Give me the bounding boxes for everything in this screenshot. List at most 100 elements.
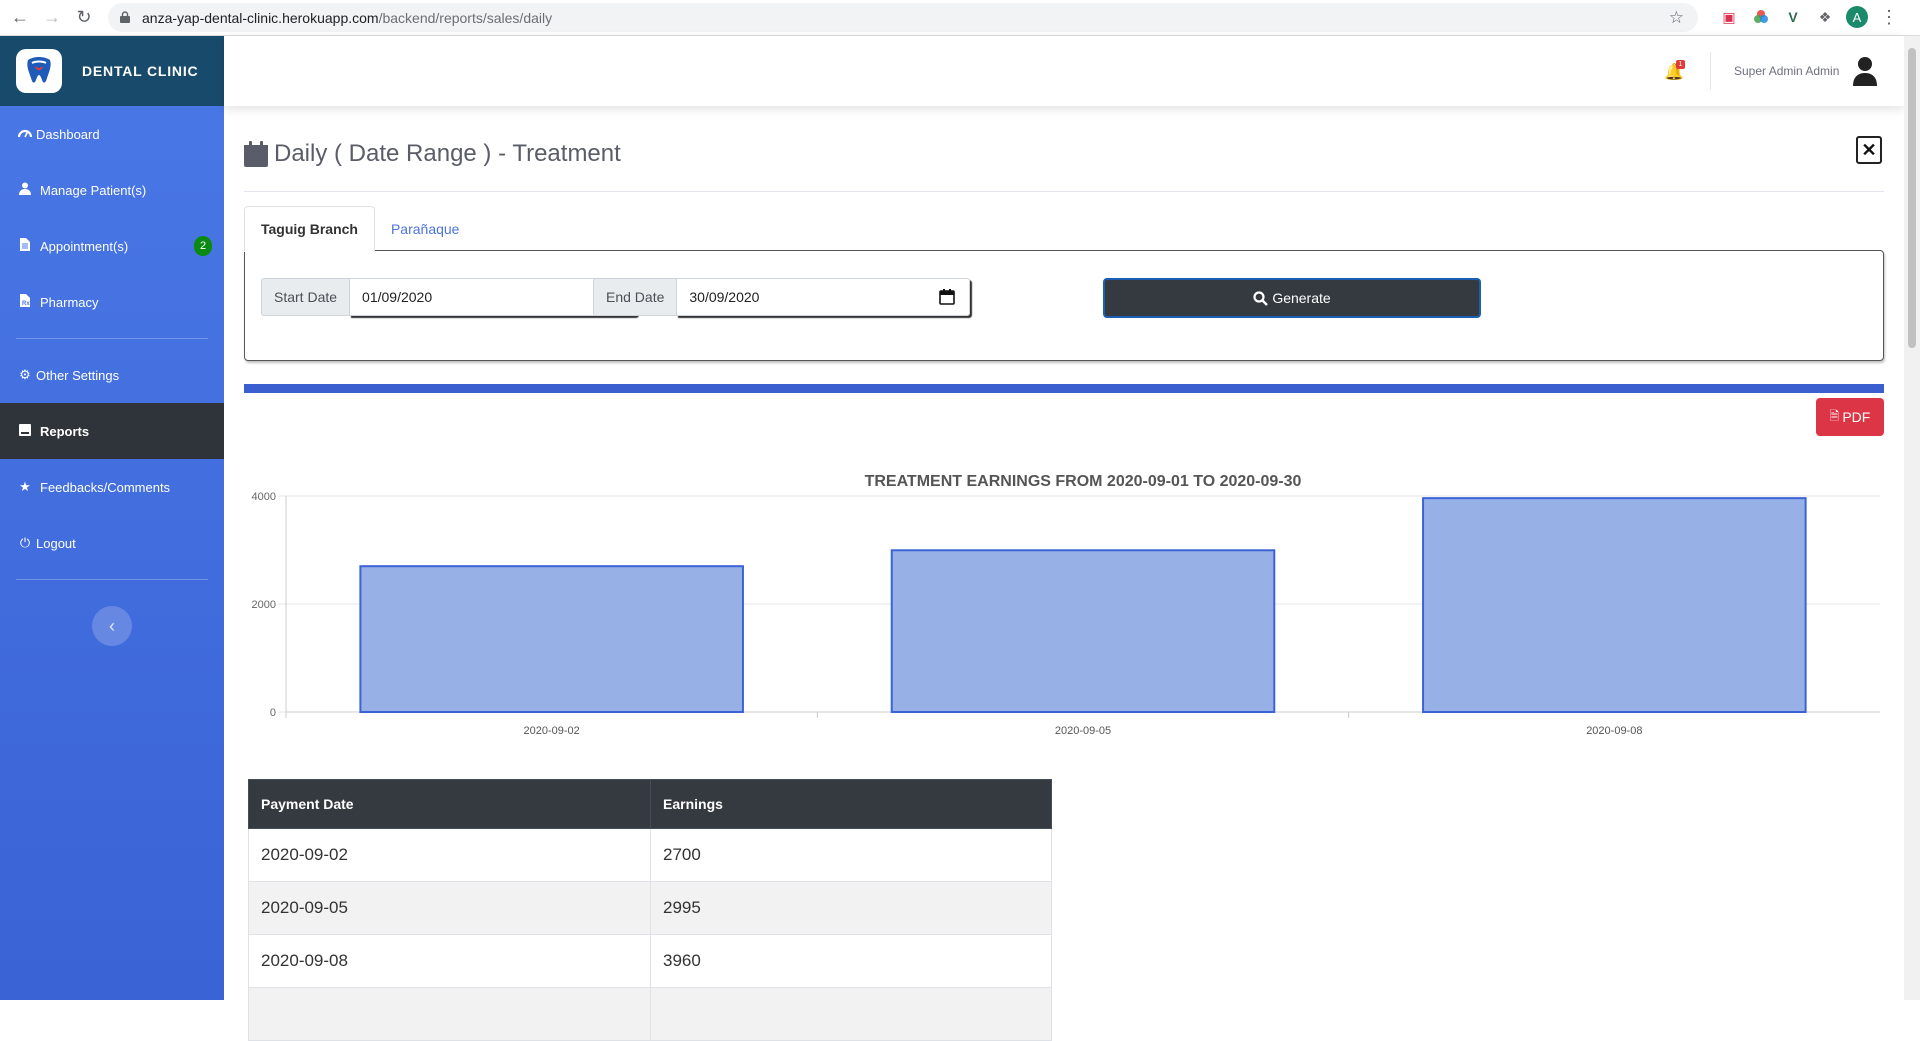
sidebar-item-label: Dashboard	[36, 126, 100, 142]
url-path: /backend/reports/sales/daily	[378, 9, 553, 26]
pocket-extension-icon[interactable]: ▣	[1718, 6, 1740, 28]
tab-taguig-branch[interactable]: Taguig Branch	[244, 206, 375, 252]
end-date-label: End Date	[593, 278, 677, 316]
y-tick-label: 4000	[252, 491, 276, 503]
sidebar-item-feedbacks[interactable]: ★ Feedbacks/Comments	[0, 459, 224, 515]
sidebar-item-label: Manage Patient(s)	[40, 182, 147, 198]
end-date-input[interactable]: 30/09/2020	[676, 278, 971, 316]
page-title: Daily ( Date Range ) - Treatment	[244, 140, 621, 168]
earnings-cell: 2700	[650, 828, 1052, 882]
page-title-text: Daily ( Date Range ) - Treatment	[274, 140, 621, 167]
start-date-label: Start Date	[261, 278, 350, 316]
sidebar-item-label: Logout	[36, 535, 76, 551]
reload-icon[interactable]: ↻	[68, 2, 100, 34]
main-content: Daily ( Date Range ) - Treatment ✕ Tagui…	[224, 106, 1904, 1041]
column-header[interactable]: Payment Date	[248, 779, 651, 829]
generate-button[interactable]: Generate	[1103, 278, 1481, 318]
sidebar-divider	[16, 579, 208, 580]
x-tick-label: 2020-09-02	[524, 725, 580, 736]
sidebar-menu: Dashboard Manage Patient(s) Appointment(…	[0, 106, 224, 580]
sidebar-item-pharmacy[interactable]: Rx Pharmacy	[0, 274, 224, 330]
power-icon: ⏻	[19, 535, 31, 550]
svg-text:Rx: Rx	[22, 301, 30, 307]
earnings-table: Payment Date Earnings 2020-09-02 2700 20…	[248, 779, 1052, 1041]
sidebar-item-other-settings[interactable]: ⚙ Other Settings	[0, 347, 224, 403]
book-icon	[16, 423, 34, 439]
sidebar-collapse-button[interactable]: ‹	[92, 606, 132, 646]
sidebar-item-label: Other Settings	[36, 367, 120, 383]
y-tick-label: 2000	[252, 599, 276, 611]
start-date-value: 01/09/2020	[362, 289, 433, 305]
browser-toolbar: ← → ↻ anza-yap-dental-clinic.herokuapp.c…	[0, 0, 1920, 36]
url-host: anza-yap-dental-clinic.herokuapp.com	[142, 9, 379, 26]
notification-badge: 1	[1676, 60, 1685, 69]
sidebar-item-label: Appointment(s)	[40, 238, 129, 254]
sidebar-brand[interactable]: DENTAL CLINIC	[0, 36, 224, 106]
chart-title: TREATMENT EARNINGS FROM 2020-09-01 TO 20…	[865, 473, 1302, 490]
star-icon: ★	[19, 479, 31, 494]
end-date-group: End Date 30/09/2020	[593, 278, 971, 316]
bookmark-star-icon[interactable]: ☆	[1669, 8, 1684, 28]
tooth-logo-icon	[16, 49, 62, 93]
table-header-row: Payment Date Earnings	[248, 779, 1052, 829]
browser-menu-icon[interactable]: ⋮	[1878, 6, 1900, 28]
page-scrollbar[interactable]	[1904, 36, 1920, 1000]
extensions-area: ▣ V ❖ A ⋮	[1718, 6, 1900, 28]
payment-date-cell	[248, 987, 651, 1041]
tab-paranaque[interactable]: Parañaque	[375, 206, 476, 252]
brand-name: DENTAL CLINIC	[82, 63, 199, 79]
color-extension-icon[interactable]	[1750, 6, 1772, 28]
pdf-export-button[interactable]: 🗎 PDF	[1816, 398, 1884, 436]
section-divider	[244, 384, 1884, 393]
table-row	[248, 987, 1052, 1041]
address-bar[interactable]: anza-yap-dental-clinic.herokuapp.com/bac…	[108, 3, 1698, 32]
table-row: 2020-09-08 3960	[248, 934, 1052, 988]
title-divider	[244, 191, 1884, 192]
x-tick-label: 2020-09-08	[1586, 725, 1642, 736]
calendar-icon	[244, 141, 268, 167]
lock-icon	[120, 11, 130, 23]
earnings-cell: 3960	[650, 934, 1052, 988]
earnings-bar-chart: TREATMENT EARNINGS FROM 2020-09-01 TO 20…	[252, 473, 1880, 736]
chart-bar	[359, 565, 744, 713]
sidebar-item-logout[interactable]: ⏻ Logout	[0, 515, 224, 571]
pdf-label: PDF	[1842, 409, 1871, 425]
earnings-chart: TREATMENT EARNINGS FROM 2020-09-01 TO 20…	[244, 436, 1884, 736]
tachometer-icon	[16, 127, 34, 142]
earnings-cell: 2995	[650, 881, 1052, 935]
end-date-value: 30/09/2020	[689, 289, 760, 305]
sidebar-item-dashboard[interactable]: Dashboard	[0, 106, 224, 162]
sidebar-item-appointments[interactable]: Appointment(s) 2	[0, 218, 224, 274]
file-pdf-icon: 🗎	[1829, 408, 1840, 423]
table-row: 2020-09-05 2995	[248, 881, 1052, 935]
chevron-left-icon: ‹	[109, 615, 115, 636]
sidebar: DENTAL CLINIC Dashboard Manage Patient(s…	[0, 36, 224, 1000]
sidebar-item-reports[interactable]: Reports	[0, 403, 224, 459]
sidebar-item-label: Reports	[40, 423, 90, 439]
scrollbar-thumb[interactable]	[1908, 48, 1916, 348]
chart-bar	[890, 549, 1276, 713]
sidebar-item-label: Pharmacy	[40, 294, 99, 310]
sidebar-item-label: Feedbacks/Comments	[40, 479, 171, 495]
column-header[interactable]: Earnings	[650, 779, 1052, 829]
user-avatar-icon[interactable]	[1852, 56, 1878, 86]
search-icon	[1253, 290, 1269, 306]
date-filter-card: Start Date 01/09/2020 End Date 30/09/202…	[244, 250, 1884, 361]
close-button[interactable]: ✕	[1856, 136, 1882, 164]
profile-avatar[interactable]: A	[1846, 6, 1868, 28]
topbar: 🔔 1 Super Admin Admin	[224, 36, 1904, 106]
forward-icon[interactable]: →	[36, 2, 68, 34]
sidebar-item-manage-patients[interactable]: Manage Patient(s)	[0, 162, 224, 218]
vue-extension-icon[interactable]: V	[1782, 6, 1804, 28]
back-icon[interactable]: ←	[4, 2, 36, 34]
calendar-picker-icon[interactable]	[939, 289, 956, 305]
puzzle-extensions-icon[interactable]: ❖	[1814, 6, 1836, 28]
generate-label: Generate	[1272, 290, 1331, 306]
x-tick-label: 2020-09-05	[1055, 725, 1111, 736]
start-date-group: Start Date 01/09/2020	[261, 278, 638, 316]
payment-date-cell: 2020-09-08	[248, 934, 651, 988]
table-row: 2020-09-02 2700	[248, 828, 1052, 882]
branch-tabs: Taguig Branch Parañaque	[244, 206, 475, 252]
user-name[interactable]: Super Admin Admin	[1734, 64, 1839, 78]
y-tick-label: 0	[270, 707, 276, 719]
